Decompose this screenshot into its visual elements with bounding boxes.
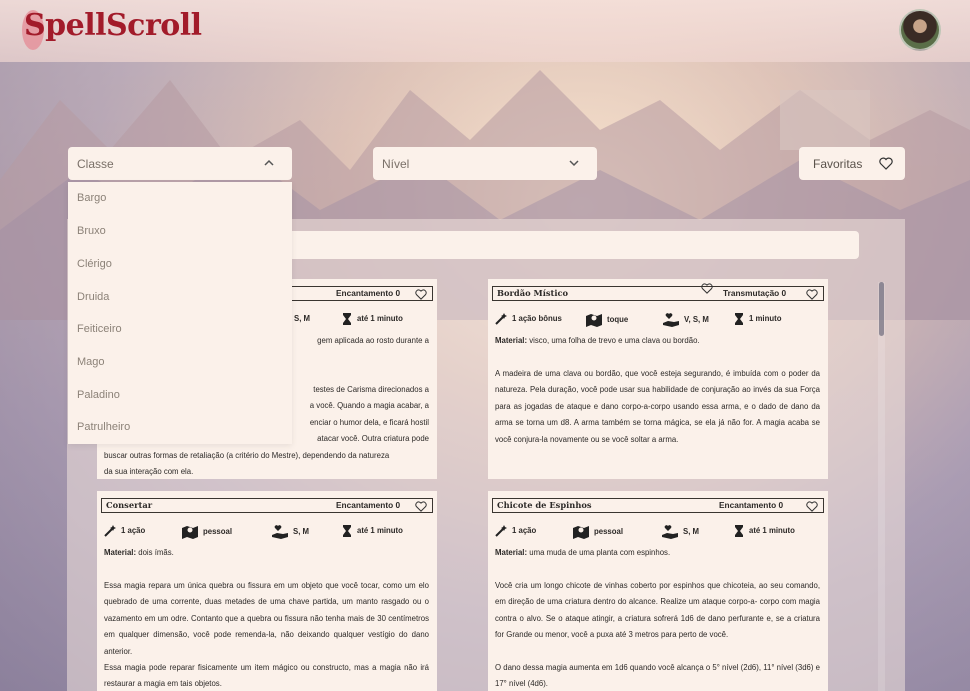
dropdown-option-druida[interactable]: Druida [77,291,109,303]
nivel-select[interactable]: Nível [373,147,597,180]
hourglass-icon [343,313,351,325]
classe-dropdown-menu: Bargo Bruxo Clérigo Druida Feiticeiro Ma… [68,182,292,444]
magic-wand-icon [495,313,507,325]
heart-icon[interactable] [415,289,427,300]
spell-casting-time: 1 ação [104,525,145,537]
hand-heart-icon [662,525,678,539]
user-avatar[interactable] [899,9,941,51]
spell-name: Chicote de Espinhos [497,500,592,510]
dropdown-option-paladino[interactable]: Paladino [77,389,120,401]
app-logo[interactable]: SpellScroll [24,8,202,50]
map-marker-icon [586,314,602,327]
spell-school: Encantamento 0 [719,500,784,510]
spell-range: pessoal [182,525,232,539]
spell-casting-time: 1 ação bônus [495,313,562,325]
spell-duration: 1 minuto [734,313,782,325]
hand-heart-icon [663,313,679,327]
spell-material: Material: dois ímãs. [104,548,174,557]
spell-card[interactable]: Bordão Místico Transmutação 0 1 ação bôn… [488,279,828,479]
spell-description: Você cria um longo chicote de vinhas cob… [495,581,820,640]
spell-range: toque [586,313,628,327]
spell-components: S, M [294,314,311,323]
spell-description: buscar outras formas de retaliação (a cr… [104,451,390,460]
spell-card[interactable]: Chicote de Espinhos Encantamento 0 1 açã… [488,491,828,691]
classe-select-label: Classe [77,156,114,171]
scrollbar-track[interactable] [878,282,885,691]
spell-school: Encantamento 0 [336,288,401,298]
spell-name: Bordão Místico [497,288,569,298]
spell-duration: até 1 minuto [342,313,403,325]
hourglass-icon [735,313,743,325]
spell-material: Material: uma muda de uma planta com esp… [495,548,671,557]
spell-description: Essa magia repara um única quebra ou fis… [104,581,429,656]
spell-description-extra: Essa magia pode reparar fisicamente um i… [104,663,429,689]
chevron-down-icon [569,160,579,167]
heart-icon[interactable] [806,289,818,300]
scrollbar-thumb[interactable] [879,282,884,336]
dropdown-option-patrulheiro[interactable]: Patrulheiro [77,421,130,433]
hourglass-icon [343,525,351,537]
spell-material: Material: visco, uma folha de trevo e um… [495,336,700,345]
spell-range: pessoal [573,525,623,539]
spell-card-header: Chicote de Espinhos Encantamento 0 [492,498,824,513]
map-marker-icon [182,526,198,539]
spell-description: da sua interação com ela. [104,467,194,476]
classe-select[interactable]: Classe [68,147,292,180]
dropdown-option-bargo[interactable]: Bargo [77,192,106,204]
spell-card-header: Bordão Místico Transmutação 0 [492,283,824,301]
hourglass-icon [735,525,743,537]
spell-name: Consertar [106,500,153,510]
spell-components: S, M [662,525,699,539]
magic-wand-icon [104,525,116,537]
spell-description-extra: O dano dessa magia aumenta em 1d6 quando… [495,663,820,689]
nivel-select-label: Nível [382,156,410,171]
dropdown-option-clerigo[interactable]: Clérigo [77,258,112,270]
favoritas-label: Favoritas [813,156,863,171]
spell-casting-time: 1 ação [495,525,536,537]
heart-icon[interactable] [701,283,713,294]
spell-duration: até 1 minuto [342,525,403,537]
spell-school: Encantamento 0 [336,500,401,510]
spell-description: A madeira de uma clava ou bordão, que vo… [495,369,820,444]
dropdown-option-mago[interactable]: Mago [77,356,105,368]
magic-wand-icon [495,525,507,537]
dropdown-option-feiticeiro[interactable]: Feiticeiro [77,323,122,335]
hand-heart-icon [272,525,288,539]
spell-card[interactable]: Consertar Encantamento 0 1 ação pessoal … [97,491,437,691]
heart-icon[interactable] [415,501,427,512]
spell-card-header: Consertar Encantamento 0 [101,498,433,513]
spell-duration: até 1 minuto [734,525,795,537]
dropdown-option-bruxo[interactable]: Bruxo [77,225,106,237]
chevron-up-icon [264,159,274,166]
heart-icon [879,157,893,170]
favoritas-button[interactable]: Favoritas [799,147,905,180]
map-marker-icon [573,526,589,539]
spell-components: S, M [272,525,309,539]
heart-icon[interactable] [806,501,818,512]
spell-school: Transmutação 0 [723,288,787,298]
spell-components: V, S, M [663,313,709,327]
